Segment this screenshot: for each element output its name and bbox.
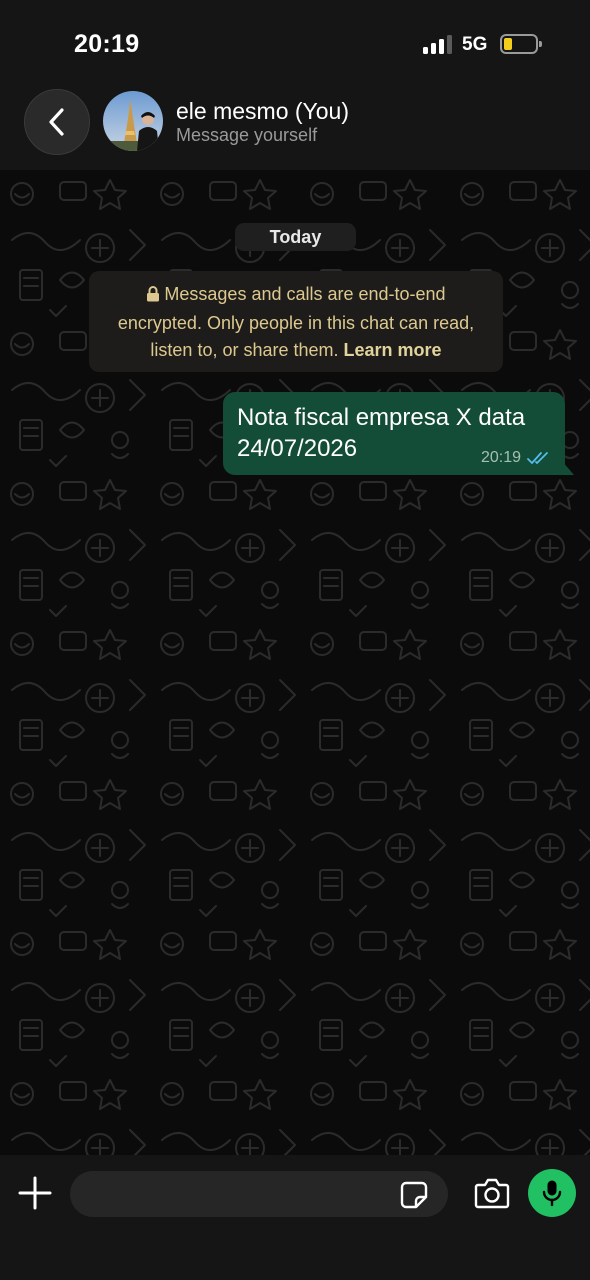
avatar[interactable] xyxy=(103,91,163,151)
status-bar: 20:19 5G xyxy=(0,0,590,80)
lock-icon xyxy=(146,283,160,310)
chat-header: ele mesmo (You) Message yourself xyxy=(0,80,590,170)
microphone-button[interactable] xyxy=(528,1169,576,1217)
attach-button[interactable] xyxy=(17,1175,53,1211)
battery-icon xyxy=(500,34,542,54)
sticker-icon xyxy=(400,1181,428,1209)
status-time: 20:19 xyxy=(74,30,140,58)
date-chip: Today xyxy=(235,223,356,251)
profile-photo-icon xyxy=(103,91,163,151)
camera-icon xyxy=(474,1178,510,1209)
chat-area[interactable]: Today Messages and calls are end-to-end … xyxy=(0,170,590,1155)
camera-button[interactable] xyxy=(474,1177,510,1209)
network-type: 5G xyxy=(462,34,488,55)
signal-strength-icon xyxy=(423,34,453,54)
microphone-icon xyxy=(542,1180,562,1207)
learn-more-link[interactable]: Learn more xyxy=(344,340,442,360)
contact-name[interactable]: ele mesmo (You) xyxy=(176,98,349,125)
sticker-button[interactable] xyxy=(400,1181,428,1209)
message-time: 20:19 xyxy=(480,449,521,466)
double-check-icon xyxy=(527,452,548,464)
back-button[interactable] xyxy=(24,89,90,155)
chevron-left-icon xyxy=(49,108,64,136)
message-meta: 20:19 xyxy=(481,449,551,467)
battery-fill xyxy=(504,38,512,50)
message-bubble[interactable]: Nota fiscal empresa X data 24/07/2026 20… xyxy=(223,392,574,475)
plus-icon xyxy=(18,1176,52,1210)
encryption-notice[interactable]: Messages and calls are end-to-end encryp… xyxy=(89,271,503,372)
message-input[interactable] xyxy=(70,1171,448,1217)
contact-subtitle: Message yourself xyxy=(176,125,318,145)
composer-bar xyxy=(0,1155,590,1280)
